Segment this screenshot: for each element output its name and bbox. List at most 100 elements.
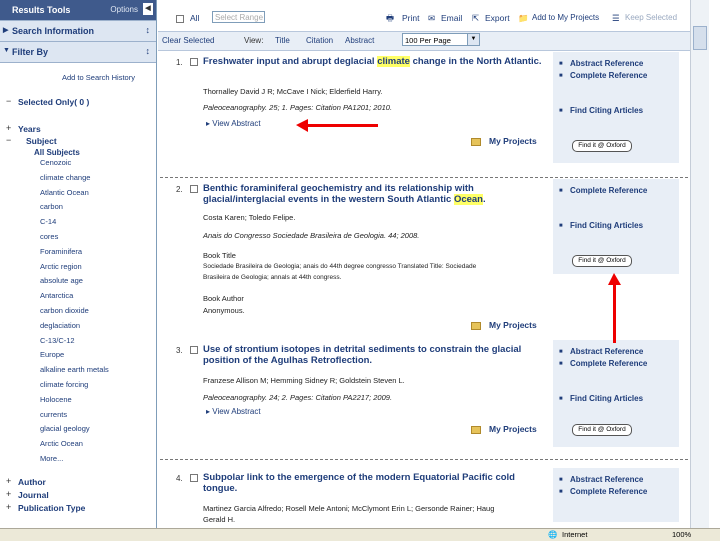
- result-links-panel: ■ Complete Reference ■ Find Citing Artic…: [553, 179, 679, 274]
- subject-item[interactable]: Cenozoic: [40, 156, 109, 171]
- subject-item[interactable]: cores: [40, 230, 109, 245]
- email-button[interactable]: Email: [441, 13, 462, 23]
- results-tools-header[interactable]: Results Tools Options ◀: [0, 0, 156, 21]
- view-citation-link[interactable]: Citation: [306, 36, 333, 45]
- subject-item[interactable]: Arctic Ocean: [40, 437, 109, 452]
- folder-icon[interactable]: 📁: [518, 13, 529, 24]
- my-projects-button[interactable]: My Projects: [471, 136, 537, 146]
- subject-item[interactable]: climate change: [40, 171, 109, 186]
- result-number: 1.: [176, 58, 183, 67]
- selected-only-filter[interactable]: Selected Only( 0 ): [18, 97, 89, 107]
- email-icon[interactable]: ✉: [428, 13, 435, 24]
- view-title-link[interactable]: Title: [275, 36, 290, 45]
- view-abstract-link[interactable]: Abstract: [345, 36, 374, 45]
- minus-icon[interactable]: −: [6, 135, 11, 145]
- result-title[interactable]: Benthic foraminiferal geochemistry and i…: [203, 183, 548, 205]
- my-projects-button[interactable]: My Projects: [471, 424, 537, 434]
- find-citing-articles-link[interactable]: Find Citing Articles: [570, 221, 643, 230]
- subject-item[interactable]: C-14: [40, 215, 109, 230]
- result-title[interactable]: Use of strontium isotopes in detrital se…: [203, 344, 548, 366]
- plus-icon[interactable]: +: [6, 502, 11, 512]
- find-citing-articles-link[interactable]: Find Citing Articles: [570, 106, 643, 115]
- keep-icon[interactable]: ☰: [612, 13, 620, 24]
- journal-filter[interactable]: Journal: [18, 490, 49, 500]
- subject-item[interactable]: Atlantic Ocean: [40, 186, 109, 201]
- subject-item[interactable]: carbon: [40, 200, 109, 215]
- result-checkbox[interactable]: [190, 185, 198, 193]
- publication-type-filter[interactable]: Publication Type: [18, 503, 85, 513]
- folder-icon: [471, 321, 481, 330]
- result-title[interactable]: Subpolar link to the emergence of the mo…: [203, 472, 548, 494]
- my-projects-button[interactable]: My Projects: [471, 320, 537, 330]
- subject-item[interactable]: Foraminifera: [40, 245, 109, 260]
- result-checkbox[interactable]: [190, 58, 198, 66]
- subject-filter[interactable]: Subject: [26, 136, 57, 146]
- view-abstract-link[interactable]: ▸ View Abstract: [206, 407, 261, 416]
- find-it-oxford-button[interactable]: Find it @ Oxford: [572, 424, 632, 436]
- bullet-icon: ■: [559, 61, 563, 67]
- add-to-search-history-link[interactable]: Add to Search History: [62, 73, 135, 82]
- collapse-arrow-icon: ▼: [3, 47, 10, 54]
- abstract-reference-link[interactable]: Abstract Reference: [570, 475, 643, 484]
- clear-selected-link[interactable]: Clear Selected: [162, 36, 214, 45]
- result-number: 2.: [176, 185, 183, 194]
- scrollbar-thumb[interactable]: [693, 26, 707, 50]
- subject-more-link[interactable]: More...: [40, 452, 109, 467]
- complete-reference-link[interactable]: Complete Reference: [570, 71, 647, 80]
- bullet-icon: ■: [559, 489, 563, 495]
- plus-icon[interactable]: +: [6, 123, 11, 133]
- add-to-my-projects-button[interactable]: Add to My Projects: [532, 13, 599, 22]
- find-citing-articles-link[interactable]: Find Citing Articles: [570, 394, 643, 403]
- subject-item[interactable]: glacial geology: [40, 422, 109, 437]
- subject-item[interactable]: currents: [40, 408, 109, 423]
- search-information-header[interactable]: ▶ Search Information ↕: [0, 21, 156, 42]
- vertical-scrollbar[interactable]: [690, 0, 709, 528]
- bullet-icon: ■: [559, 108, 563, 114]
- author-filter[interactable]: Author: [18, 477, 46, 487]
- subject-item[interactable]: deglaciation: [40, 319, 109, 334]
- find-it-oxford-button[interactable]: Find it @ Oxford: [572, 140, 632, 152]
- folder-icon: [471, 137, 481, 146]
- plus-icon[interactable]: +: [6, 489, 11, 499]
- select-range-input[interactable]: Select Range: [212, 11, 265, 23]
- print-button[interactable]: Print: [402, 13, 419, 23]
- zoom-level[interactable]: 100%: [672, 530, 691, 539]
- subject-item[interactable]: Europe: [40, 348, 109, 363]
- subject-item[interactable]: Holocene: [40, 393, 109, 408]
- keep-selected-button[interactable]: Keep Selected: [625, 13, 677, 22]
- subject-item[interactable]: Arctic region: [40, 260, 109, 275]
- select-all-checkbox[interactable]: [176, 15, 184, 23]
- result-checkbox[interactable]: [190, 346, 198, 354]
- export-button[interactable]: Export: [485, 13, 510, 23]
- result-authors: Costa Karen; Toledo Felipe.: [203, 213, 296, 222]
- view-abstract-link[interactable]: ▸ View Abstract: [206, 119, 261, 128]
- complete-reference-link[interactable]: Complete Reference: [570, 186, 647, 195]
- subject-item[interactable]: C-13/C-12: [40, 334, 109, 349]
- complete-reference-link[interactable]: Complete Reference: [570, 487, 647, 496]
- subject-item[interactable]: climate forcing: [40, 378, 109, 393]
- complete-reference-link[interactable]: Complete Reference: [570, 359, 647, 368]
- abstract-reference-link[interactable]: Abstract Reference: [570, 347, 643, 356]
- expand-icon[interactable]: ↕: [146, 46, 151, 56]
- all-label: All: [190, 13, 200, 23]
- per-page-select[interactable]: 100 Per Page ▼: [402, 33, 480, 46]
- minus-icon[interactable]: −: [6, 96, 11, 106]
- subject-item[interactable]: Antarctica: [40, 289, 109, 304]
- options-link[interactable]: Options: [110, 5, 138, 14]
- years-filter[interactable]: Years: [18, 124, 41, 134]
- result-checkbox[interactable]: [190, 474, 198, 482]
- export-icon[interactable]: ⇱: [472, 13, 479, 24]
- filter-by-header[interactable]: ▼ Filter By ↕: [0, 42, 156, 63]
- plus-icon[interactable]: +: [6, 476, 11, 486]
- collapse-sidebar-button[interactable]: ◀: [143, 3, 153, 15]
- subject-item[interactable]: absolute age: [40, 274, 109, 289]
- result-title[interactable]: Freshwater input and abrupt deglacial cl…: [203, 56, 548, 67]
- print-icon[interactable]: 🖶: [386, 13, 394, 27]
- subject-item[interactable]: alkaline earth metals: [40, 363, 109, 378]
- search-information-label: Search Information: [12, 26, 95, 36]
- chevron-down-icon[interactable]: ▼: [467, 34, 479, 45]
- subject-item[interactable]: carbon dioxide: [40, 304, 109, 319]
- expand-icon[interactable]: ↕: [146, 25, 151, 35]
- abstract-reference-link[interactable]: Abstract Reference: [570, 59, 643, 68]
- find-it-oxford-button[interactable]: Find it @ Oxford: [572, 255, 632, 267]
